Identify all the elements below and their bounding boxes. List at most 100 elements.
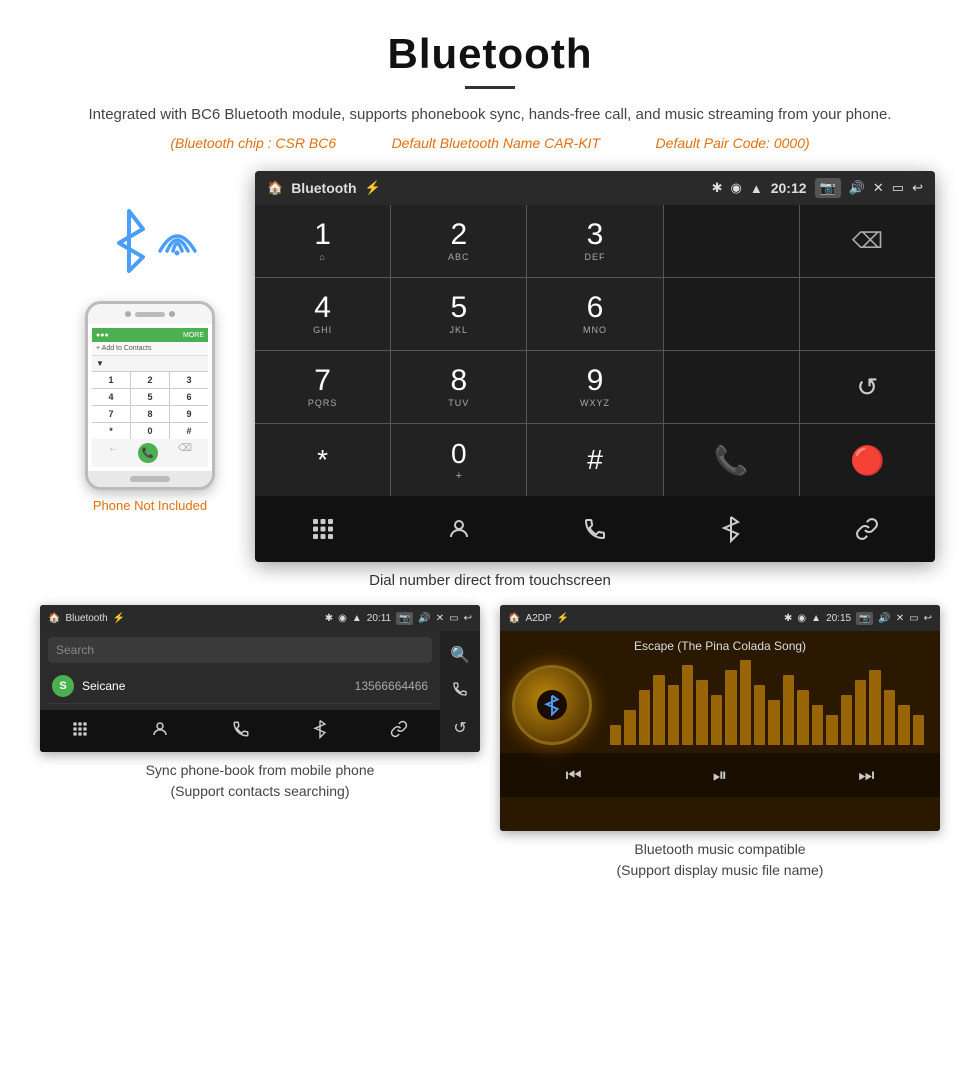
pb-vol-icon[interactable]: 🔊 bbox=[418, 613, 430, 624]
phone-key-3[interactable]: 3 bbox=[170, 372, 208, 388]
music-block: 🏠 A2DP ⚡ ✱ ◉ ▲ 20:15 📷 🔊 ✕ ▭ ↩ Escape bbox=[500, 605, 940, 881]
home-icon[interactable]: 🏠 bbox=[267, 180, 283, 196]
phone-key-4[interactable]: 4 bbox=[92, 389, 130, 405]
phone-key-0[interactable]: 0 bbox=[131, 423, 169, 439]
music-time: 20:15 bbox=[826, 613, 851, 624]
screen-title: Bluetooth bbox=[291, 180, 356, 196]
music-content bbox=[500, 657, 940, 753]
phone-bottom-row: ← 📞 ⌫ bbox=[92, 439, 208, 467]
phone-key-1[interactable]: 1 bbox=[92, 372, 130, 388]
pb-back-icon[interactable]: ↩ bbox=[464, 613, 472, 624]
music-prev-icon[interactable]: ⏮ bbox=[566, 765, 582, 786]
pb-window-icon[interactable]: ▭ bbox=[449, 613, 458, 624]
pb-close-icon[interactable]: ✕ bbox=[436, 613, 444, 624]
phone-back-btn[interactable]: ← bbox=[108, 443, 118, 463]
dial-key-2[interactable]: 2 ABC bbox=[391, 205, 526, 277]
dial-key-7[interactable]: 7 PQRS bbox=[255, 351, 390, 423]
title-divider bbox=[465, 86, 515, 89]
phonebook-right-icons: 🔍 ↺ bbox=[440, 631, 480, 752]
music-signal-icon: ▲ bbox=[811, 613, 821, 624]
phonebook-main: Search S Seicane 13566664466 bbox=[40, 631, 440, 752]
bottom-screens: 🏠 Bluetooth ⚡ ✱ ◉ ▲ 20:11 📷 🔊 ✕ ▭ ↩ bbox=[0, 605, 980, 881]
subtitle-text: Integrated with BC6 Bluetooth module, su… bbox=[40, 103, 940, 127]
music-play-pause-icon[interactable]: ⏯ bbox=[713, 765, 727, 786]
bt-name-label: Default Bluetooth Name CAR-KIT bbox=[392, 135, 601, 151]
window-icon[interactable]: ▭ bbox=[892, 180, 904, 196]
phone-key-9[interactable]: 9 bbox=[170, 406, 208, 422]
dial-key-delete[interactable]: ⌫ bbox=[800, 205, 935, 277]
phone-call-button[interactable]: 📞 bbox=[138, 443, 158, 463]
dial-key-6[interactable]: 6 MNO bbox=[527, 278, 662, 350]
signal-icon: ▲ bbox=[750, 181, 763, 196]
dial-key-call-accept[interactable]: 📞 bbox=[664, 424, 799, 496]
phone-key-7[interactable]: 7 bbox=[92, 406, 130, 422]
contact-row[interactable]: S Seicane 13566664466 bbox=[48, 669, 432, 704]
music-status-bar: 🏠 A2DP ⚡ ✱ ◉ ▲ 20:15 📷 🔊 ✕ ▭ ↩ bbox=[500, 605, 940, 631]
dial-key-9[interactable]: 9 WXYZ bbox=[527, 351, 662, 423]
dial-key-0[interactable]: 0 + bbox=[391, 424, 526, 496]
music-window-icon[interactable]: ▭ bbox=[909, 613, 918, 624]
dial-key-redial[interactable]: ↺ bbox=[800, 351, 935, 423]
camera-icon[interactable]: 📷 bbox=[815, 178, 841, 198]
phone-key-5[interactable]: 5 bbox=[131, 389, 169, 405]
music-controls: ⏮ ⏯ ⏭ bbox=[500, 753, 940, 797]
dial-key-call-end[interactable]: 🔴 bbox=[800, 424, 935, 496]
dial-key-4[interactable]: 4 GHI bbox=[255, 278, 390, 350]
volume-icon[interactable]: 🔊 bbox=[849, 180, 865, 196]
location-icon: ◉ bbox=[730, 180, 741, 196]
phone-key-8[interactable]: 8 bbox=[131, 406, 169, 422]
music-home-icon[interactable]: 🏠 bbox=[508, 613, 520, 624]
pb-link-icon[interactable] bbox=[390, 720, 408, 743]
dial-key-star[interactable]: * bbox=[255, 424, 390, 496]
bottom-contacts-icon[interactable] bbox=[434, 504, 484, 554]
pb-search-icon[interactable]: 🔍 bbox=[440, 637, 480, 673]
pb-phone-icon[interactable] bbox=[232, 720, 250, 743]
phone-key-star[interactable]: * bbox=[92, 423, 130, 439]
music-cam-icon[interactable]: 📷 bbox=[856, 612, 873, 625]
music-screen: 🏠 A2DP ⚡ ✱ ◉ ▲ 20:15 📷 🔊 ✕ ▭ ↩ Escape bbox=[500, 605, 940, 831]
music-next-icon[interactable]: ⏭ bbox=[858, 765, 874, 786]
music-vol-icon[interactable]: 🔊 bbox=[878, 613, 890, 624]
dial-key-8[interactable]: 8 TUV bbox=[391, 351, 526, 423]
pb-home-icon[interactable]: 🏠 bbox=[48, 613, 60, 624]
page-title: Bluetooth bbox=[40, 30, 940, 78]
phone-display: ▼ bbox=[92, 356, 208, 371]
pb-time: 20:11 bbox=[367, 613, 391, 624]
pb-cam-icon[interactable]: 📷 bbox=[396, 612, 413, 625]
music-status-right: ✱ ◉ ▲ 20:15 📷 🔊 ✕ ▭ ↩ bbox=[784, 612, 932, 625]
music-title: A2DP bbox=[525, 613, 551, 624]
phonebook-caption: Sync phone-book from mobile phone(Suppor… bbox=[136, 760, 385, 802]
title-section: Bluetooth Integrated with BC6 Bluetooth … bbox=[0, 0, 980, 161]
pb-title: Bluetooth bbox=[65, 613, 107, 624]
dial-key-1[interactable]: 1 ⌂ bbox=[255, 205, 390, 277]
dial-key-hash[interactable]: # bbox=[527, 424, 662, 496]
pb-dialpad-icon[interactable] bbox=[72, 721, 88, 742]
bluetooth-icon bbox=[105, 206, 153, 276]
pb-contacts-icon[interactable] bbox=[151, 720, 169, 743]
close-icon[interactable]: ✕ bbox=[873, 180, 884, 196]
pb-call-icon[interactable] bbox=[440, 673, 480, 710]
main-caption: Dial number direct from touchscreen bbox=[0, 562, 980, 605]
phone-home-btn[interactable] bbox=[130, 476, 170, 482]
phone-key-2[interactable]: 2 bbox=[131, 372, 169, 388]
phone-key-hash[interactable]: # bbox=[170, 423, 208, 439]
music-bt-icon: ✱ bbox=[784, 613, 792, 624]
bottom-link-icon[interactable] bbox=[842, 504, 892, 554]
back-icon[interactable]: ↩ bbox=[912, 180, 923, 196]
music-close-icon[interactable]: ✕ bbox=[896, 613, 904, 624]
dial-key-3[interactable]: 3 DEF bbox=[527, 205, 662, 277]
usb-icon: ⚡ bbox=[365, 180, 381, 196]
music-status-left: 🏠 A2DP ⚡ bbox=[508, 613, 569, 624]
pb-bluetooth-icon[interactable] bbox=[313, 719, 327, 744]
bottom-dialpad-icon[interactable] bbox=[298, 504, 348, 554]
dial-key-5[interactable]: 5 JKL bbox=[391, 278, 526, 350]
search-bar[interactable]: Search bbox=[48, 637, 432, 663]
pb-refresh-icon[interactable]: ↺ bbox=[440, 710, 480, 746]
phonebook-block: 🏠 Bluetooth ⚡ ✱ ◉ ▲ 20:11 📷 🔊 ✕ ▭ ↩ bbox=[40, 605, 480, 881]
bottom-phone-icon[interactable] bbox=[570, 504, 620, 554]
bottom-bluetooth-icon[interactable] bbox=[706, 504, 756, 554]
music-back-icon[interactable]: ↩ bbox=[924, 613, 932, 624]
phone-key-6[interactable]: 6 bbox=[170, 389, 208, 405]
phone-del-btn[interactable]: ⌫ bbox=[178, 443, 192, 463]
caption-text: Dial number direct from touchscreen bbox=[369, 572, 611, 589]
